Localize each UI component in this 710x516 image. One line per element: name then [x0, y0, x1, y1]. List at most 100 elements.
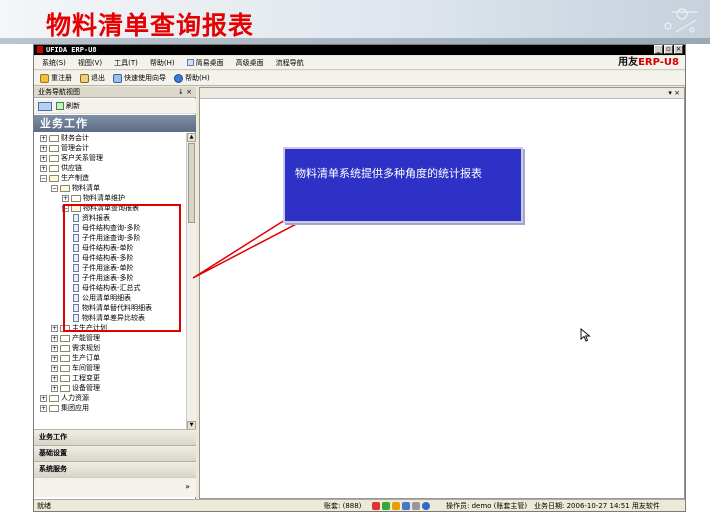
help-icon [174, 73, 183, 83]
brand-suffix: ERP-U8 [638, 57, 679, 68]
refresh-icon [56, 102, 64, 110]
scroll-thumb[interactable] [188, 143, 195, 223]
tree-item-label: 生产订单 [72, 354, 100, 362]
exit-label: 退出 [91, 74, 105, 82]
toolbar: 重注册 退出 快速使用向导 帮助(H) [34, 71, 685, 86]
expand-icon[interactable]: + [40, 164, 47, 172]
tree-item[interactable]: + 设备管理 [51, 383, 100, 393]
folder-icon [49, 134, 59, 142]
menu-tools[interactable]: 工具(T) [114, 58, 138, 68]
folder-icon [49, 404, 59, 412]
expand-icon[interactable]: + [40, 154, 47, 162]
expand-icon[interactable]: + [40, 394, 47, 402]
tree-item[interactable]: + 工程变更 [51, 373, 100, 383]
nav-section-business[interactable]: 业务工作 [34, 429, 196, 445]
slide-banner: 物料清单查询报表 [0, 0, 710, 44]
folder-icon [60, 374, 70, 382]
expand-icon[interactable]: + [62, 194, 69, 202]
brand-prefix: 用友 [618, 57, 639, 68]
highlight-box [63, 204, 181, 332]
tree-item[interactable]: + 管理会计 [40, 143, 89, 153]
app-logo-icon [37, 46, 43, 53]
tray-icon-2[interactable] [382, 502, 390, 510]
collapse-icon[interactable]: − [51, 184, 58, 192]
nav-section-system-service[interactable]: 系统服务 [34, 461, 196, 477]
relogin-label: 重注册 [51, 74, 72, 82]
tree-item[interactable]: − 生产制造 [40, 173, 89, 183]
window-title: UFIDA ERP-U8 [46, 46, 97, 54]
scroll-up-icon[interactable]: ▲ [187, 133, 196, 142]
banner-decoration-icon [664, 8, 698, 33]
tray-icon-3[interactable] [392, 502, 400, 510]
tree-item[interactable]: − 物料清单 [51, 183, 100, 193]
menu-bar: 系统(S) 视图(V) 工具(T) 帮助(H) 简易桌面 高级桌面 流程导航 [34, 56, 685, 70]
refresh-label: 刷新 [66, 102, 80, 110]
tray-icon-5[interactable] [412, 502, 420, 510]
expand-icon[interactable]: + [51, 354, 58, 362]
folder-icon [60, 184, 70, 192]
tree-item-label: 物料清单 [72, 184, 100, 192]
expand-icon[interactable]: + [40, 144, 47, 152]
business-nav-panel: 业务导航视图 ↓ × 刷新 业务工作 + 财务会计 + 管理会计 + 客户关系管理 + 供应链… [34, 87, 196, 499]
expand-icon[interactable]: + [51, 364, 58, 372]
mouse-cursor-icon [580, 328, 591, 342]
tree-item[interactable]: + 财务会计 [40, 133, 89, 143]
tree-item-label: 工程变更 [72, 374, 100, 382]
tree-item-label: 供应链 [61, 164, 82, 172]
status-operator: 操作员: demo (账套主管) [446, 502, 528, 510]
exit-button[interactable]: 退出 [80, 73, 105, 83]
close-button[interactable]: × [674, 45, 683, 54]
minimize-button[interactable]: _ [654, 45, 663, 54]
tree-item[interactable]: + 人力资源 [40, 393, 89, 403]
view-mode-icon[interactable] [38, 101, 52, 111]
expand-icon[interactable]: + [51, 334, 58, 342]
expand-icon[interactable]: + [51, 384, 58, 392]
tree-item-label: 需求规划 [72, 344, 100, 352]
folder-icon [60, 344, 70, 352]
tree-scrollbar[interactable]: ▲ ▼ [186, 133, 196, 431]
help-button[interactable]: 帮助(H) [174, 73, 210, 83]
tree-item-label: 管理会计 [61, 144, 89, 152]
window-titlebar[interactable]: UFIDA ERP-U8 _ ▫ × [34, 45, 685, 55]
nav-section-basic-settings[interactable]: 基础设置 [34, 445, 196, 461]
quick-guide-button[interactable]: 快速使用向导 [113, 73, 166, 83]
expand-icon[interactable]: + [40, 134, 47, 142]
nav-more[interactable]: » [34, 477, 196, 497]
callout-box: 物料清单系统提供多种角度的统计报表 [283, 147, 523, 223]
folder-icon [60, 364, 70, 372]
tray-icon-4[interactable] [402, 502, 410, 510]
brand-logo: 用友ERP-U8 [618, 56, 679, 70]
relogin-button[interactable]: 重注册 [40, 73, 72, 83]
folder-icon [60, 354, 70, 362]
tree-item[interactable]: + 供应链 [40, 163, 82, 173]
tree-item[interactable]: + 物料清单维护 [62, 193, 125, 203]
tree-item[interactable]: + 客户关系管理 [40, 153, 103, 163]
menu-view[interactable]: 视图(V) [78, 58, 102, 68]
tree-item[interactable]: + 集团应用 [40, 403, 89, 413]
refresh-button[interactable]: 刷新 [56, 101, 80, 111]
expand-icon[interactable]: + [40, 404, 47, 412]
expand-icon[interactable]: + [51, 324, 58, 332]
menu-process-nav[interactable]: 流程导航 [276, 58, 304, 68]
folder-icon [49, 144, 59, 152]
menu-help[interactable]: 帮助(H) [150, 58, 175, 68]
expand-icon[interactable]: + [51, 374, 58, 382]
menu-advanced-desktop[interactable]: 高级桌面 [236, 58, 264, 68]
expand-icon[interactable]: + [51, 344, 58, 352]
menu-simple-desktop[interactable]: 简易桌面 [186, 58, 224, 68]
content-controls[interactable]: ▾ × [668, 88, 680, 99]
tree-item-label: 生产制造 [61, 174, 89, 182]
tray-icon-1[interactable] [372, 502, 380, 510]
nav-pin-close[interactable]: ↓ × [178, 87, 192, 98]
tree-item-label: 产能管理 [72, 334, 100, 342]
tree-item[interactable]: + 需求规划 [51, 343, 100, 353]
menu-system[interactable]: 系统(S) [42, 58, 66, 68]
folder-icon [49, 164, 59, 172]
collapse-icon[interactable]: − [40, 174, 47, 182]
chevron-double-icon: » [185, 482, 190, 491]
tree-item[interactable]: + 生产订单 [51, 353, 100, 363]
tree-item[interactable]: + 产能管理 [51, 333, 100, 343]
maximize-button[interactable]: ▫ [664, 45, 673, 54]
tray-help-icon[interactable] [422, 502, 430, 510]
tree-item[interactable]: + 车间管理 [51, 363, 100, 373]
